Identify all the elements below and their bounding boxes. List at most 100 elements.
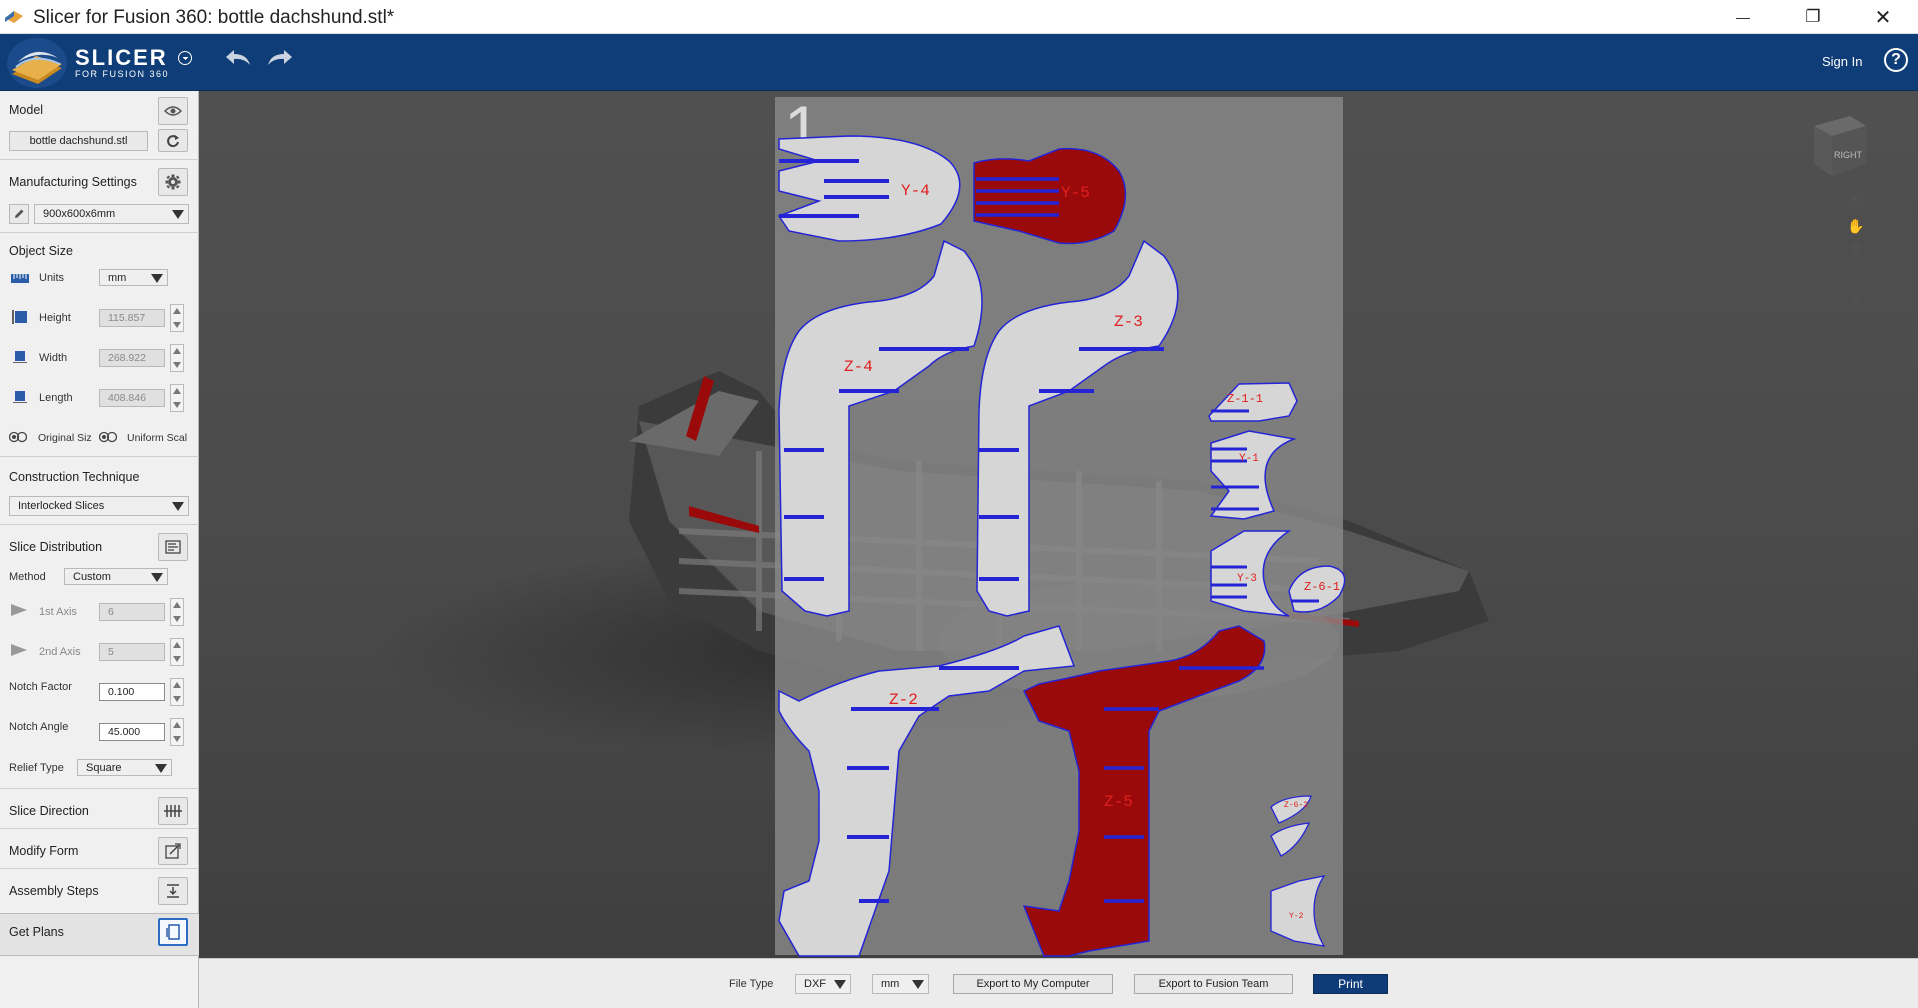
notch-factor-label: Notch Factor xyxy=(9,681,72,693)
width-input[interactable]: 268.922 xyxy=(99,349,165,367)
app-header: SLICER FOR FUSION 360 Sign In ? xyxy=(0,34,1918,91)
model-file-button[interactable]: bottle dachshund.stl xyxy=(9,131,148,151)
width-icon xyxy=(13,351,27,363)
construction-technique-value: Interlocked Slices xyxy=(18,500,105,512)
maximize-button[interactable]: ❐ xyxy=(1778,0,1848,34)
part-label-z-3: Z-3 xyxy=(1114,313,1143,331)
axis1-stepper[interactable] xyxy=(170,598,184,626)
export-unit-select[interactable]: mm xyxy=(872,974,929,994)
height-input[interactable]: 115.857 xyxy=(99,309,165,327)
material-preset-select[interactable]: 900x600x6mm xyxy=(34,204,189,224)
3d-viewport[interactable]: 1 Y-4 Y-5 Z-4 Z-3 Z-1-1 Y-1 Y-3 Z-6-1 Z-… xyxy=(199,91,1918,958)
length-icon xyxy=(13,391,27,403)
separator xyxy=(0,828,199,829)
file-type-select[interactable]: DXF xyxy=(795,974,851,994)
export-bar: File Type DXF mm Export to My Computer E… xyxy=(199,958,1918,1008)
chevron-down-icon xyxy=(172,502,184,511)
export-to-fusion-team-button[interactable]: Export to Fusion Team xyxy=(1134,974,1293,994)
reload-model-button[interactable] xyxy=(158,129,188,152)
relief-type-select[interactable]: Square xyxy=(77,759,172,776)
minimize-button[interactable]: — xyxy=(1708,0,1778,34)
get-plans-title[interactable]: Get Plans xyxy=(9,925,64,939)
minimize-icon: — xyxy=(1736,9,1750,25)
part-y-4 xyxy=(777,135,961,242)
sign-in-link[interactable]: Sign In xyxy=(1822,54,1862,69)
export-unit-value: mm xyxy=(881,978,900,990)
chevron-down-icon xyxy=(182,57,188,60)
chevron-down-icon xyxy=(912,980,924,989)
notch-factor-stepper[interactable] xyxy=(170,678,184,706)
print-button[interactable]: Print xyxy=(1313,974,1388,994)
modify-form-button[interactable] xyxy=(158,837,188,865)
look-icon[interactable]: ◎ xyxy=(1847,289,1865,307)
relief-type-label: Relief Type xyxy=(9,762,64,774)
orbit-icon[interactable]: ⟲ xyxy=(1847,191,1865,209)
brand-name: SLICER xyxy=(75,45,168,70)
assembly-steps-title[interactable]: Assembly Steps xyxy=(9,884,99,898)
uniform-scale-label[interactable]: Uniform Scal xyxy=(127,432,187,444)
notch-angle-stepper[interactable] xyxy=(170,718,184,746)
model-visibility-button[interactable] xyxy=(158,97,188,125)
part-label-y-3: Y-3 xyxy=(1237,573,1257,585)
slice-direction-button[interactable] xyxy=(158,797,188,825)
chevron-down-icon xyxy=(151,573,163,582)
object-size-title: Object Size xyxy=(9,244,73,258)
get-plans-button[interactable] xyxy=(158,918,188,946)
separator xyxy=(0,232,199,233)
modify-form-title[interactable]: Modify Form xyxy=(9,844,78,858)
construction-technique-select[interactable]: Interlocked Slices xyxy=(9,496,189,516)
part-small-b xyxy=(1270,822,1311,857)
viewcube[interactable]: RIGHT xyxy=(1810,112,1868,180)
height-stepper[interactable] xyxy=(170,304,184,332)
length-stepper[interactable] xyxy=(170,384,184,412)
redo-icon[interactable] xyxy=(266,48,294,68)
slice-direction-title[interactable]: Slice Direction xyxy=(9,804,89,818)
file-type-value: DXF xyxy=(804,978,826,990)
relief-type-value: Square xyxy=(86,761,122,774)
axis2-stepper[interactable] xyxy=(170,638,184,666)
slicer-logo xyxy=(7,38,67,88)
length-label: Length xyxy=(39,392,73,404)
width-stepper[interactable] xyxy=(170,344,184,372)
uniform-scale-icon[interactable] xyxy=(99,430,117,444)
notch-angle-input[interactable]: 45.000 xyxy=(99,723,165,741)
pan-icon[interactable]: ✋ xyxy=(1847,217,1865,235)
gear-icon xyxy=(165,174,181,190)
part-label-y-4: Y-4 xyxy=(901,182,930,200)
fit-icon[interactable]: ⛶ xyxy=(1847,265,1865,283)
notch-angle-label: Notch Angle xyxy=(9,721,69,733)
original-size-icon[interactable] xyxy=(9,430,27,444)
units-select[interactable]: mm xyxy=(99,269,168,286)
brand-menu-button[interactable] xyxy=(178,51,192,65)
part-label-z-5: Z-5 xyxy=(1104,793,1133,811)
construction-technique-title: Construction Technique xyxy=(9,470,140,484)
units-value: mm xyxy=(108,271,127,284)
brand: SLICER FOR FUSION 360 xyxy=(75,45,169,79)
method-select[interactable]: Custom xyxy=(64,568,168,585)
notch-factor-input[interactable]: 0.100 xyxy=(99,683,165,701)
window-title: Slicer for Fusion 360: bottle dachshund.… xyxy=(33,7,395,28)
brand-subtitle: FOR FUSION 360 xyxy=(75,69,170,79)
separator xyxy=(0,524,199,525)
edit-material-button[interactable] xyxy=(9,204,29,224)
manufacturing-settings-button[interactable] xyxy=(158,168,188,196)
undo-icon[interactable] xyxy=(224,48,252,68)
part-label-y-5: Y-5 xyxy=(1061,184,1090,202)
export-to-computer-button[interactable]: Export to My Computer xyxy=(953,974,1113,994)
slice-layout: Y-4 Y-5 Z-4 Z-3 Z-1-1 Y-1 Y-3 Z-6-1 Z-2 … xyxy=(777,135,1346,957)
chevron-down-icon xyxy=(151,274,163,283)
length-input[interactable]: 408.846 xyxy=(99,389,165,407)
help-button[interactable]: ? xyxy=(1884,48,1908,72)
close-button[interactable]: ✕ xyxy=(1848,0,1918,34)
assembly-steps-button[interactable] xyxy=(158,877,188,905)
refresh-icon xyxy=(167,134,179,147)
zoom-icon[interactable]: ⚲ xyxy=(1847,241,1865,259)
document-icon xyxy=(166,924,180,940)
axis1-input[interactable]: 6 xyxy=(99,603,165,621)
axis2-input[interactable]: 5 xyxy=(99,643,165,661)
slice-distribution-button[interactable] xyxy=(158,533,188,561)
original-size-label[interactable]: Original Siz xyxy=(38,432,92,444)
part-label-y-2: Y-2 xyxy=(1289,912,1304,921)
help-icon: ? xyxy=(1891,51,1901,68)
modify-form-icon xyxy=(165,843,181,859)
